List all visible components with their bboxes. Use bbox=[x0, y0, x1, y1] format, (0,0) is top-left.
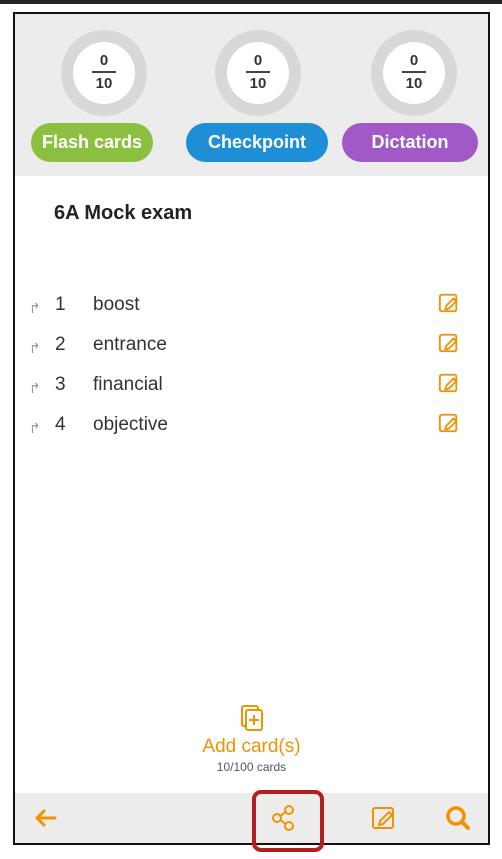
edit-icon[interactable] bbox=[438, 412, 460, 434]
progress-denominator: 10 bbox=[405, 75, 423, 92]
edit-icon[interactable] bbox=[438, 372, 460, 394]
progress-denominator: 10 bbox=[249, 75, 267, 92]
card-index: 3 bbox=[55, 374, 66, 395]
dictation-progress: 0 10 bbox=[371, 30, 457, 116]
card-index: 2 bbox=[55, 334, 66, 355]
list-item[interactable]: ↱ 1 boost bbox=[15, 290, 488, 330]
share-card-icon[interactable]: ↱ bbox=[29, 300, 41, 317]
card-index: 4 bbox=[55, 414, 66, 435]
edit-icon[interactable] bbox=[367, 801, 401, 835]
list-item[interactable]: ↱ 3 financial bbox=[15, 370, 488, 410]
flash-cards-button[interactable]: Flash cards bbox=[31, 123, 153, 162]
share-card-icon[interactable]: ↱ bbox=[29, 420, 41, 437]
card-word: entrance bbox=[93, 334, 167, 355]
fraction-bar bbox=[402, 71, 426, 73]
edit-icon[interactable] bbox=[438, 332, 460, 354]
flash-cards-progress: 0 10 bbox=[61, 30, 147, 116]
card-word: boost bbox=[93, 294, 140, 315]
add-cards-label[interactable]: Add card(s) bbox=[15, 736, 488, 758]
add-card-icon[interactable] bbox=[238, 704, 266, 732]
edit-icon[interactable] bbox=[438, 292, 460, 314]
dictation-button[interactable]: Dictation bbox=[342, 123, 478, 162]
fraction-bar bbox=[92, 71, 116, 73]
deck-title: 6A Mock exam bbox=[54, 202, 193, 224]
search-icon[interactable] bbox=[441, 801, 475, 835]
progress-denominator: 10 bbox=[95, 75, 113, 92]
progress-numerator: 0 bbox=[409, 52, 419, 69]
card-word: financial bbox=[93, 374, 163, 395]
list-item[interactable]: ↱ 4 objective bbox=[15, 410, 488, 450]
share-card-icon[interactable]: ↱ bbox=[29, 380, 41, 397]
list-item[interactable]: ↱ 2 entrance bbox=[15, 330, 488, 370]
checkpoint-button[interactable]: Checkpoint bbox=[186, 123, 328, 162]
card-index: 1 bbox=[55, 294, 66, 315]
share-card-icon[interactable]: ↱ bbox=[29, 340, 41, 357]
back-arrow-icon[interactable] bbox=[29, 801, 63, 835]
add-cards-button[interactable]: Add card(s) 10/100 cards bbox=[15, 704, 488, 774]
app-screen: 0 10 0 10 0 10 Flash cards Checkpoint Di… bbox=[13, 12, 490, 845]
mode-header: 0 10 0 10 0 10 Flash cards Checkpoint Di… bbox=[15, 14, 488, 176]
fraction-bar bbox=[246, 71, 270, 73]
top-divider bbox=[0, 0, 502, 4]
progress-numerator: 0 bbox=[99, 52, 109, 69]
share-highlight-box bbox=[252, 790, 324, 852]
progress-numerator: 0 bbox=[253, 52, 263, 69]
checkpoint-progress: 0 10 bbox=[215, 30, 301, 116]
card-count: 10/100 cards bbox=[216, 760, 287, 774]
card-word: objective bbox=[93, 414, 168, 435]
